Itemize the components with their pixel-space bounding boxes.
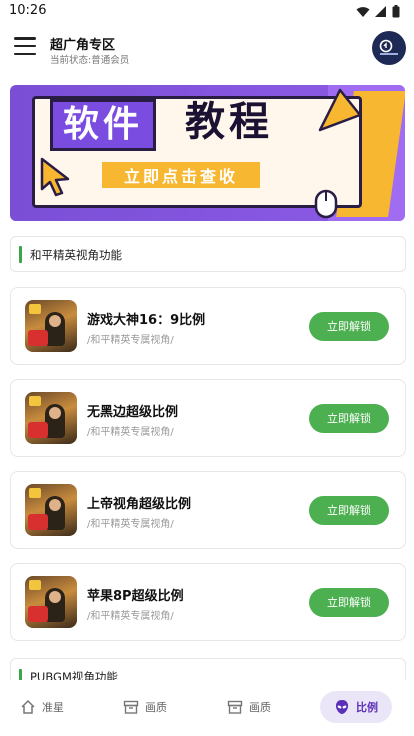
status-icons: [356, 5, 400, 18]
nav-label: 画质: [249, 701, 271, 714]
game-thumbnail: [25, 576, 77, 628]
item-subtitle: /和平精英专属视角/: [87, 519, 174, 530]
archive-box-icon: [227, 700, 243, 714]
list-item: 无黑边超级比例 /和平精英专属视角/ 立即解锁: [10, 379, 406, 457]
banner-title-left: 软件: [50, 99, 157, 151]
nav-label: 准星: [42, 701, 64, 714]
alien-head-icon: [335, 700, 349, 714]
avatar[interactable]: [372, 31, 406, 65]
logo-icon: [379, 39, 398, 55]
membership-status: 当前状态:普通会员: [50, 55, 130, 66]
game-thumbnail: [25, 392, 77, 444]
banner-title-right: 教程: [185, 99, 273, 145]
section-title: 和平精英视角功能: [30, 248, 122, 262]
page-title: 超广角专区: [50, 38, 116, 53]
sparkle-icon: [318, 88, 362, 132]
item-title: 无黑边超级比例: [87, 405, 179, 420]
status-time: 10:26: [9, 3, 47, 18]
nav-label: 画质: [145, 701, 167, 714]
item-title: 上帝视角超级比例: [87, 497, 192, 512]
unlock-button[interactable]: 立即解锁: [309, 496, 389, 525]
nav-item-ratio[interactable]: 比例: [320, 691, 392, 723]
battery-icon: [392, 5, 400, 18]
cursor-arrow-icon: [40, 157, 70, 197]
unlock-button[interactable]: 立即解锁: [309, 404, 389, 433]
nav-item-crosshair[interactable]: 准星: [20, 691, 64, 723]
list-item: 苹果8P超级比例 /和平精英专属视角/ 立即解锁: [10, 563, 406, 641]
item-subtitle: /和平精英专属视角/: [87, 335, 174, 346]
section-header: 和平精英视角功能: [10, 236, 406, 272]
item-subtitle: /和平精英专属视角/: [87, 427, 174, 438]
bottom-nav: 准星 画质 画质 比例: [0, 680, 414, 736]
nav-item-quality-1[interactable]: 画质: [123, 691, 167, 723]
menu-icon[interactable]: [14, 37, 36, 55]
section-accent-bar: [19, 246, 22, 263]
archive-box-icon: [123, 700, 139, 714]
status-bar: 10:26: [0, 0, 414, 24]
home-icon: [21, 699, 35, 714]
list-item: 上帝视角超级比例 /和平精英专属视角/ 立即解锁: [10, 471, 406, 549]
item-subtitle: /和平精英专属视角/: [87, 611, 174, 622]
signal-icon: [375, 5, 386, 17]
wifi-icon: [356, 6, 370, 17]
unlock-button[interactable]: 立即解锁: [309, 588, 389, 617]
nav-item-quality-2[interactable]: 画质: [227, 691, 271, 723]
nav-label: 比例: [356, 701, 378, 714]
banner-cta: 立即点击查收: [102, 162, 261, 188]
mouse-icon: [314, 189, 338, 219]
item-title: 游戏大神16：9比例: [87, 313, 206, 328]
item-title: 苹果8P超级比例: [87, 589, 184, 604]
list-item: 游戏大神16：9比例 /和平精英专属视角/ 立即解锁: [10, 287, 406, 365]
game-thumbnail: [25, 484, 77, 536]
tutorial-banner[interactable]: 软件 教程 立即点击查收: [10, 85, 405, 221]
unlock-button[interactable]: 立即解锁: [309, 312, 389, 341]
game-thumbnail: [25, 300, 77, 352]
app-header: 超广角专区 当前状态:普通会员: [0, 24, 414, 72]
